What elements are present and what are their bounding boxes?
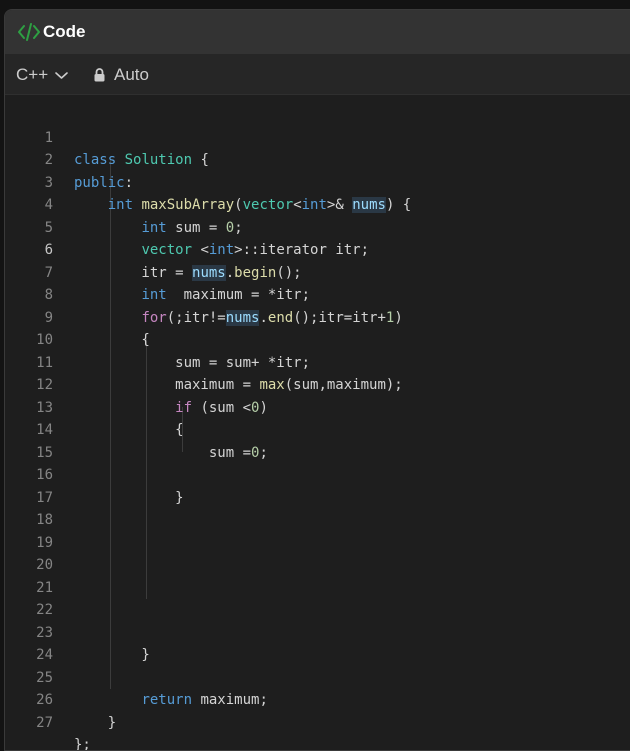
code-line: 6 itr = nums.begin(); [5,217,630,281]
language-label: C++ [16,65,49,84]
code-line: 27 }; [5,689,630,751]
code-line: 17 [5,464,630,506]
language-select[interactable]: C++ [16,65,68,85]
code-line: 15 [5,419,630,461]
code-line: 21 [5,554,630,596]
code-line: 26 } [5,667,630,731]
mode-indicator[interactable]: Auto [94,65,149,85]
code-line: 1 class Solution { [5,104,630,169]
code-line: 5 vector <int>::iterator itr; [5,194,630,259]
code-text: } [74,714,117,731]
code-line: 11 maximum = max(sum,maximum); [5,329,630,394]
code-panel: Code C++ Auto 1 class Solution { 2 publi… [4,9,630,751]
code-line: 24 [5,622,630,663]
code-text: }; [74,737,91,751]
lock-icon [94,68,105,82]
code-line: 23 } [5,599,630,664]
code-line: 18 [5,487,630,528]
panel-header: Code [5,10,630,54]
code-line: 22 [5,577,630,618]
panel-title: Code [43,22,86,41]
code-line: 20 [5,532,630,573]
mode-label: Auto [114,65,149,84]
line-number: 27 [36,714,53,731]
chevron-down-icon [55,71,68,79]
code-line: 9 { [5,284,630,349]
code-line: 4 int sum = 0; [5,172,630,236]
code-line: 10 sum = sum+ *itr; [5,307,630,371]
code-brackets-icon [18,23,40,41]
code-line: 14 sum =0; [5,397,630,461]
code-line: 25 return maximum; [5,644,630,709]
code-line: 7 int maximum = *itr; [5,239,630,304]
code-line: 12 if (sum <0) [5,352,630,416]
code-line: 19 [5,509,630,551]
code-line: 8 for(;itr!=nums.end();itr=itr+1) [5,262,630,326]
editor-toolbar: C++ Auto [5,54,630,95]
code-line: 13 { [5,374,630,439]
code-editor[interactable]: 1 class Solution { 2 public: 3 int maxSu… [5,95,630,750]
code-line: 16 } [5,442,630,506]
code-line: 3 int maxSubArray(vector<int>& nums) { [5,149,630,213]
code-line: 2 public: [5,127,630,191]
